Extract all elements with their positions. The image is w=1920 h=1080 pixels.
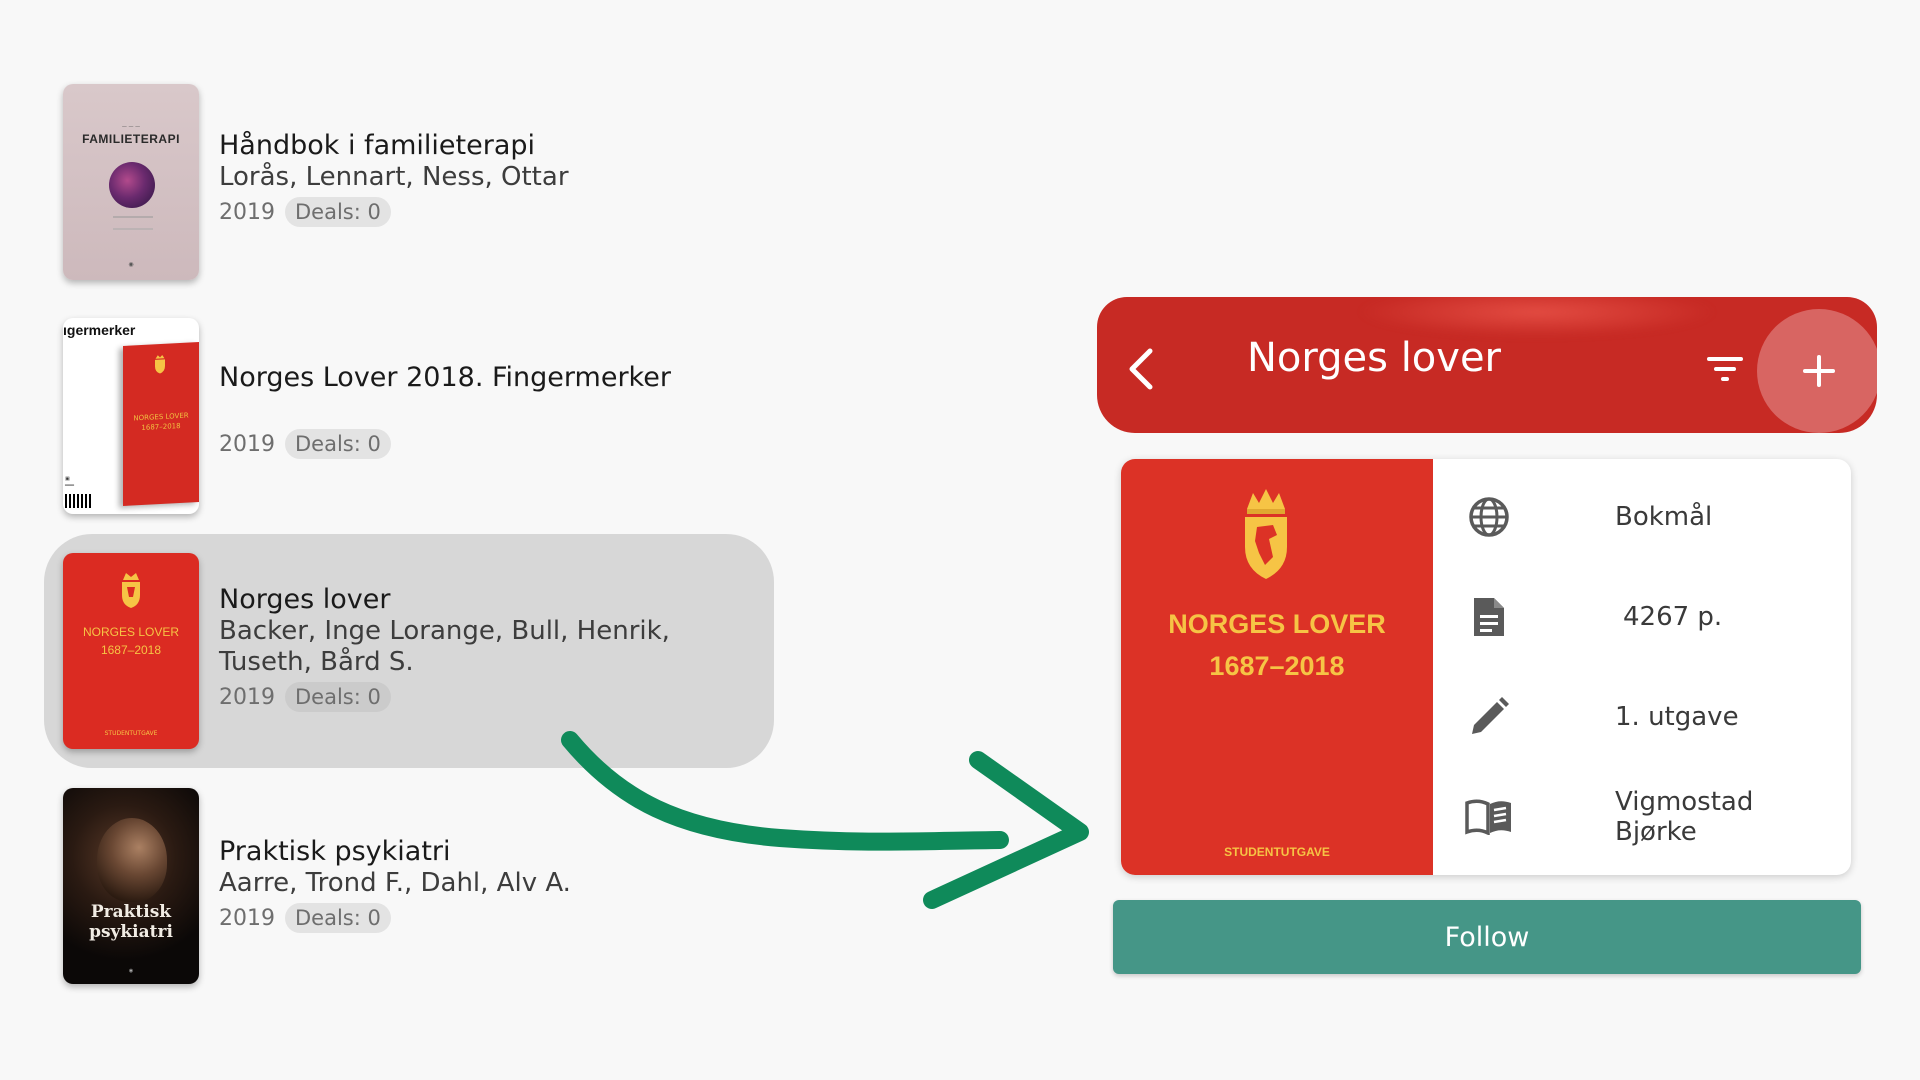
cover-decoration: [113, 216, 153, 230]
cover-text: NORGES LOVER 1687–2018: [133, 411, 189, 433]
publisher-logo: ◉: [128, 261, 134, 268]
screen: — — — FAMILIETERAPI ◉ Håndbok i familiet…: [0, 0, 1920, 1080]
deals-badge: Deals: 0: [285, 903, 391, 933]
book-authors: [219, 394, 758, 425]
book-meta: Norges Lover 2018. Fingermerker 2019 Dea…: [219, 362, 758, 459]
crest-icon: [122, 573, 140, 608]
cover-title: ıgermerker: [63, 322, 136, 338]
book-cover: Praktisk psykiatri ◉: [63, 788, 199, 984]
deals-badge: Deals: 0: [285, 197, 391, 227]
cover-title: FAMILIETERAPI: [82, 132, 180, 146]
page-count: 4267 p.: [1623, 602, 1723, 632]
cover-title: Praktisk psykiatri: [89, 902, 173, 942]
publisher-value: Vigmostad Bjørke: [1615, 787, 1754, 847]
cover-title: NORGES LOVER 1687–2018: [1121, 603, 1433, 687]
deals-badge: Deals: 0: [285, 682, 391, 712]
plus-icon: [1803, 355, 1835, 387]
publisher-logo: ▣ ═══: [65, 476, 75, 489]
book-cover-large: NORGES LOVER 1687–2018 STUDENTUTGAVE: [1121, 459, 1433, 875]
book-year: 2019: [219, 684, 275, 710]
book-cover: NORGES LOVER 1687–2018 STUDENTUTGAVE: [63, 553, 199, 749]
document-icon: [1465, 593, 1513, 641]
back-button[interactable]: [1119, 347, 1163, 391]
cover-footer: STUDENTUTGAVE: [104, 730, 158, 737]
app-bar: Norges lover: [1097, 297, 1877, 433]
cover-title-line: 1687–2018: [100, 643, 162, 657]
cover-image: NORGES LOVER 1687–2018: [123, 342, 199, 506]
language-row: Bokmål: [1465, 487, 1831, 547]
book-list-item[interactable]: — — — FAMILIETERAPI ◉ Håndbok i familiet…: [44, 84, 774, 280]
cover-title-line: NORGES LOVER: [1168, 609, 1386, 639]
cover-decoration: — — —: [121, 124, 141, 130]
cover-title-line: NORGES LOVER: [82, 625, 180, 639]
page-title: Norges lover: [1247, 335, 1502, 381]
cover-image: [97, 818, 167, 902]
book-meta: Norges lover Backer, Inge Lorange, Bull,…: [219, 584, 758, 712]
barcode-icon: [65, 494, 93, 508]
book-title: Norges Lover 2018. Fingermerker: [219, 362, 671, 393]
book-footer: 2019 Deals: 0: [219, 197, 758, 227]
filter-button[interactable]: [1703, 349, 1747, 389]
language-value: Bokmål: [1615, 502, 1713, 532]
book-title: Norges lover: [219, 584, 391, 615]
pages-row: 4267 p.: [1465, 587, 1831, 647]
edition-value: 1. utgave: [1615, 702, 1739, 732]
transition-arrow-icon: [561, 731, 1089, 909]
follow-button[interactable]: Follow: [1113, 900, 1861, 974]
deals-badge: Deals: 0: [285, 429, 391, 459]
book-title: Håndbok i familieterapi: [219, 130, 536, 161]
edition-row: 1. utgave: [1465, 687, 1831, 747]
publisher-row: Vigmostad Bjørke: [1465, 787, 1831, 847]
book-authors: Lorås, Lennart, Ness, Ottar: [219, 162, 569, 192]
book-cover: ıgermerker NORGES LOVER 1687–2018 ▣ ═══: [63, 318, 199, 514]
header-decoration: [1357, 297, 1717, 337]
book-meta: Håndbok i familieterapi Lorås, Lennart, …: [219, 130, 758, 227]
book-footer: 2019 Deals: 0: [219, 682, 758, 712]
pencil-icon: [1465, 693, 1513, 741]
filter-icon: [1707, 357, 1743, 381]
book-footer: 2019 Deals: 0: [219, 429, 758, 459]
crest-icon: [1245, 489, 1287, 579]
publisher-logo: ◉: [128, 968, 134, 974]
cover-footer: STUDENTUTGAVE: [1224, 845, 1330, 859]
cover-image: [109, 162, 155, 208]
chevron-left-icon: [1129, 348, 1153, 390]
cover-title-line: 1687–2018: [1209, 651, 1345, 681]
book-authors: Backer, Inge Lorange, Bull, Henrik, Tuse…: [219, 616, 670, 677]
book-detail-card: NORGES LOVER 1687–2018 STUDENTUTGAVE Bok…: [1121, 459, 1851, 875]
book-list-item[interactable]: ıgermerker NORGES LOVER 1687–2018 ▣ ═══ N…: [44, 318, 774, 514]
book-year: 2019: [219, 431, 275, 457]
book-year: 2019: [219, 905, 275, 931]
book-cover: — — — FAMILIETERAPI ◉: [63, 84, 199, 280]
crest-icon: [155, 355, 165, 374]
book-year: 2019: [219, 199, 275, 225]
cover-title: NORGES LOVER 1687–2018: [63, 623, 199, 659]
globe-icon: [1465, 493, 1513, 541]
add-button[interactable]: [1757, 309, 1877, 433]
book-open-icon: [1465, 793, 1513, 841]
